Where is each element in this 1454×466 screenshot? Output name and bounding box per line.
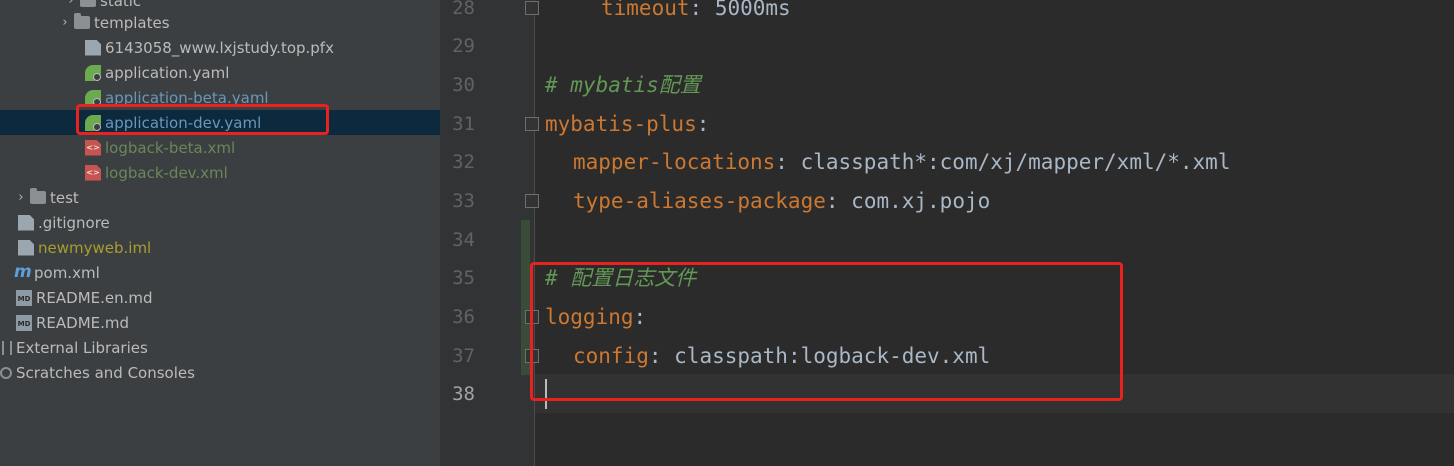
tree-item-label: README.md — [36, 313, 130, 332]
xml-file-icon: <> — [85, 139, 101, 156]
line-number: 31 — [452, 113, 475, 135]
highlight-box — [530, 262, 1123, 401]
tree-item-label: Scratches and Consoles — [16, 363, 195, 382]
highlight-box — [76, 104, 329, 135]
tree-item-label: 6143058_www.lxjstudy.top.pfx — [105, 38, 334, 57]
tree-item-label: application.yaml — [105, 63, 230, 82]
code-line-33[interactable]: type-aliases-package: com.xj.pojo — [573, 182, 990, 221]
project-tree: › static › templates 6143058_www.lxjstud… — [0, 0, 440, 466]
chevron-right-icon[interactable]: › — [12, 190, 30, 205]
folder-icon — [74, 13, 90, 29]
line-number: 29 — [452, 35, 475, 57]
line-number: 34 — [452, 229, 475, 251]
line-number: 30 — [452, 74, 475, 96]
tree-item-label: logback-dev.xml — [105, 163, 228, 182]
xml-file-icon: <> — [85, 164, 101, 181]
code-line-30[interactable]: # mybatis配置 — [545, 66, 701, 105]
folder-icon — [30, 188, 46, 204]
code-line-32[interactable]: mapper-locations: classpath*:com/xj/mapp… — [573, 143, 1230, 182]
tree-item-external-libraries[interactable]: External Libraries — [0, 335, 440, 360]
markdown-icon: MD — [16, 314, 32, 331]
libraries-icon — [2, 340, 12, 355]
tree-item-label: External Libraries — [16, 338, 148, 357]
chevron-right-icon[interactable]: › — [56, 15, 74, 30]
tree-item-pom-xml[interactable]: m pom.xml — [0, 260, 440, 285]
line-number: 36 — [452, 306, 475, 328]
markdown-icon: MD — [16, 289, 32, 306]
spring-yaml-icon — [85, 64, 101, 81]
fold-end-icon[interactable] — [525, 1, 539, 15]
tree-item-label: newmyweb.iml — [38, 238, 152, 257]
tree-item-label: static — [100, 0, 142, 10]
code-line-28[interactable]: timeout: 5000ms — [601, 0, 791, 28]
tree-item-logback-beta-xml[interactable]: <> logback-beta.xml — [0, 135, 440, 160]
line-number: 37 — [452, 345, 475, 367]
tree-item-label: .gitignore — [38, 213, 110, 232]
fold-end-icon[interactable] — [525, 194, 539, 208]
tree-item-logback-dev-xml[interactable]: <> logback-dev.xml — [0, 160, 440, 185]
certificate-file-icon — [85, 39, 101, 56]
line-number: 32 — [452, 151, 475, 173]
maven-icon: m — [14, 261, 32, 282]
line-number: 35 — [452, 267, 475, 289]
tree-item-readme-en[interactable]: MD README.en.md — [0, 285, 440, 310]
line-number-current: 38 — [452, 383, 475, 405]
scratches-icon — [0, 366, 12, 379]
tree-item-iml[interactable]: newmyweb.iml — [0, 235, 440, 260]
module-file-icon — [18, 239, 34, 256]
tree-item-pfx[interactable]: 6143058_www.lxjstudy.top.pfx — [0, 35, 440, 60]
tree-item-templates[interactable]: › templates — [0, 10, 440, 35]
tree-item-test[interactable]: › test — [0, 185, 440, 210]
tree-item-scratches[interactable]: Scratches and Consoles — [0, 360, 440, 385]
code-line-31[interactable]: mybatis-plus: — [545, 105, 709, 144]
folder-icon — [80, 0, 96, 7]
tree-item-label: pom.xml — [34, 263, 100, 282]
tree-item-label: test — [50, 188, 79, 207]
fold-start-icon[interactable] — [525, 117, 539, 131]
tree-item-readme[interactable]: MD README.md — [0, 310, 440, 335]
line-number: 33 — [452, 190, 475, 212]
tree-item-label: templates — [94, 13, 170, 32]
file-icon — [18, 214, 34, 231]
tree-item-gitignore[interactable]: .gitignore — [0, 210, 440, 235]
tree-item-application-yaml[interactable]: application.yaml — [0, 60, 440, 85]
tree-item-label: logback-beta.xml — [105, 138, 236, 157]
chevron-right-icon[interactable]: › — [62, 0, 80, 8]
tree-item-label: README.en.md — [36, 288, 153, 307]
line-number: 28 — [452, 0, 475, 19]
